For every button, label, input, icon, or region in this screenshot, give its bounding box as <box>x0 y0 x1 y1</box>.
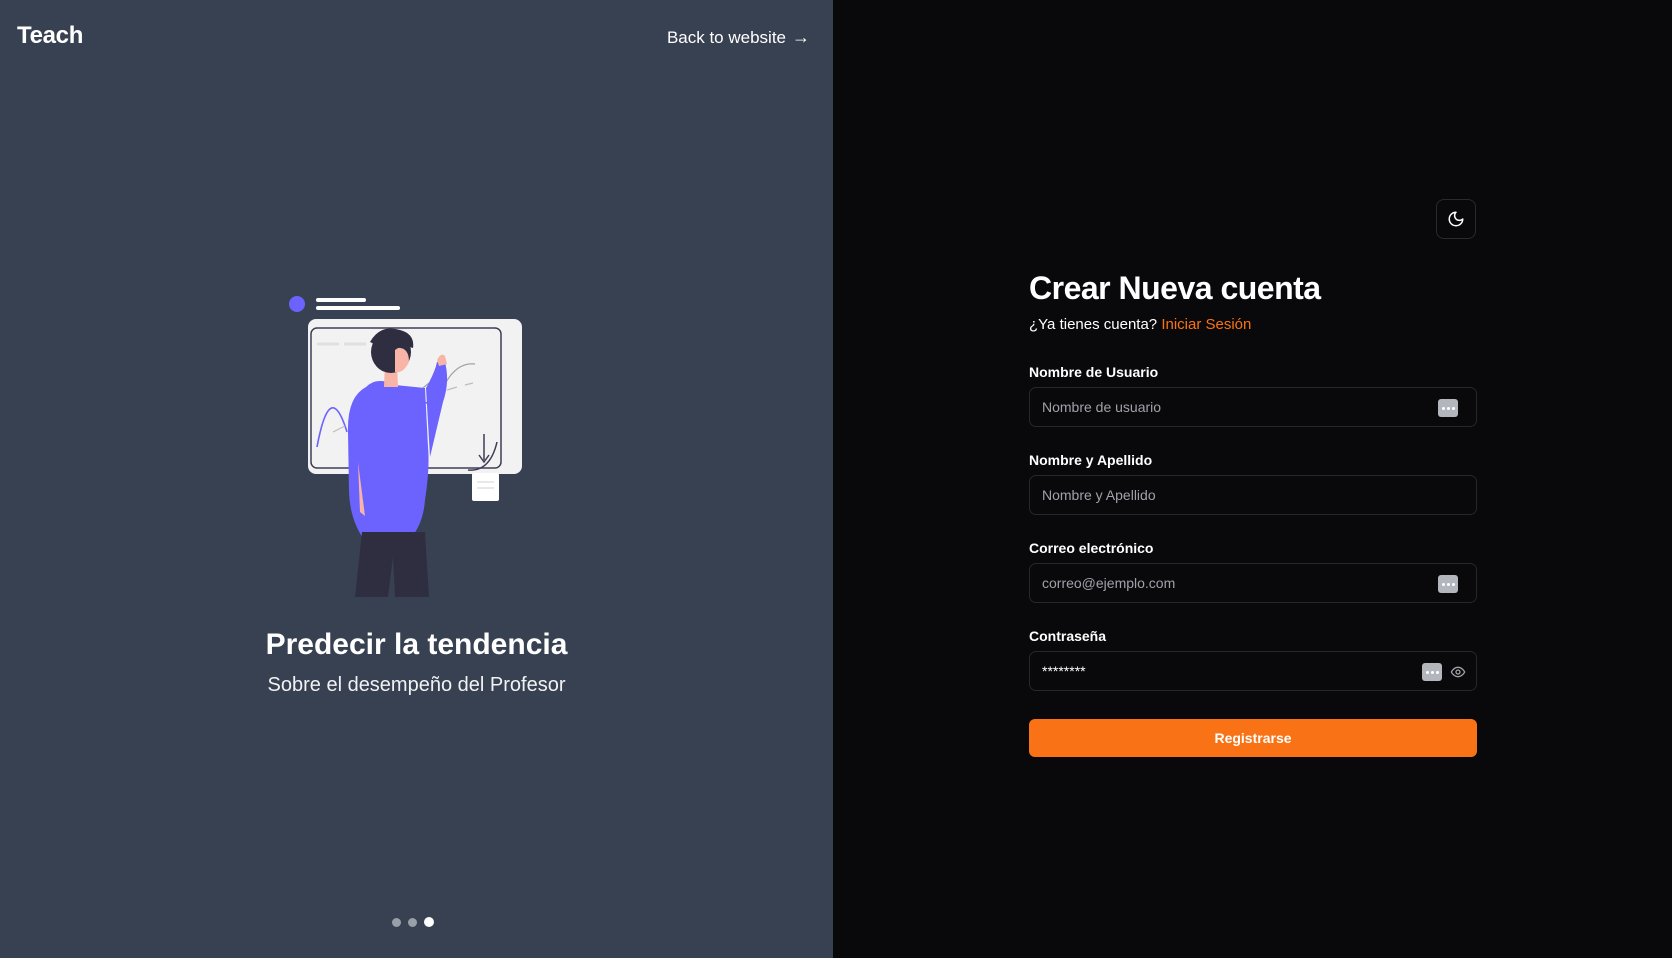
login-prompt: ¿Ya tienes cuenta? Iniciar Sesión <box>1029 316 1477 333</box>
brand-logo: Teach <box>17 22 84 49</box>
arrow-right-icon: → <box>792 27 810 47</box>
register-button[interactable]: Registrarse <box>1029 719 1477 757</box>
password-manager-icon[interactable] <box>1438 399 1458 417</box>
theme-toggle-button[interactable] <box>1436 199 1476 239</box>
login-prompt-text: ¿Ya tienes cuenta? <box>1029 316 1158 333</box>
signup-form: Crear Nueva cuenta ¿Ya tienes cuenta? In… <box>1029 268 1477 757</box>
carousel-dot[interactable] <box>392 917 401 927</box>
form-title: Crear Nueva cuenta <box>1029 270 1321 306</box>
email-input[interactable] <box>1030 564 1476 602</box>
email-field-group: Correo electrónico <box>1029 540 1477 603</box>
slide-subtitle: Sobre el desempeño del Profesor <box>267 674 566 696</box>
login-link[interactable]: Iniciar Sesión <box>1161 316 1251 333</box>
moon-icon <box>1448 211 1464 227</box>
email-input-box <box>1029 563 1477 603</box>
password-input-box <box>1029 651 1477 691</box>
username-field-group: Nombre de Usuario <box>1029 364 1477 427</box>
email-label: Correo electrónico <box>1029 540 1154 556</box>
fullname-input[interactable] <box>1030 476 1476 514</box>
fullname-field-group: Nombre y Apellido <box>1029 452 1477 515</box>
password-field-group: Contraseña <box>1029 628 1477 691</box>
password-manager-icon[interactable] <box>1438 575 1458 593</box>
slide-title: Predecir la tendencia <box>265 628 568 661</box>
eye-icon[interactable] <box>1450 664 1466 680</box>
carousel-dot[interactable] <box>408 917 417 927</box>
password-manager-icon[interactable] <box>1422 663 1442 681</box>
username-input-box <box>1029 387 1477 427</box>
password-label: Contraseña <box>1029 628 1107 644</box>
username-input[interactable] <box>1030 388 1476 426</box>
username-label: Nombre de Usuario <box>1029 364 1159 380</box>
fullname-input-box <box>1029 475 1477 515</box>
hero-panel: Teach Back to website → Predecir la tend… <box>0 0 833 958</box>
back-link-label: Back to website <box>666 27 786 47</box>
signup-panel: Crear Nueva cuenta ¿Ya tienes cuenta? In… <box>833 0 1672 958</box>
back-to-website-link[interactable]: Back to website → <box>667 27 810 48</box>
password-input[interactable] <box>1030 652 1476 690</box>
carousel-dots <box>392 917 434 927</box>
fullname-label: Nombre y Apellido <box>1029 452 1153 468</box>
teacher-chart-illustration <box>289 296 522 597</box>
carousel-dot-active[interactable] <box>424 917 434 927</box>
